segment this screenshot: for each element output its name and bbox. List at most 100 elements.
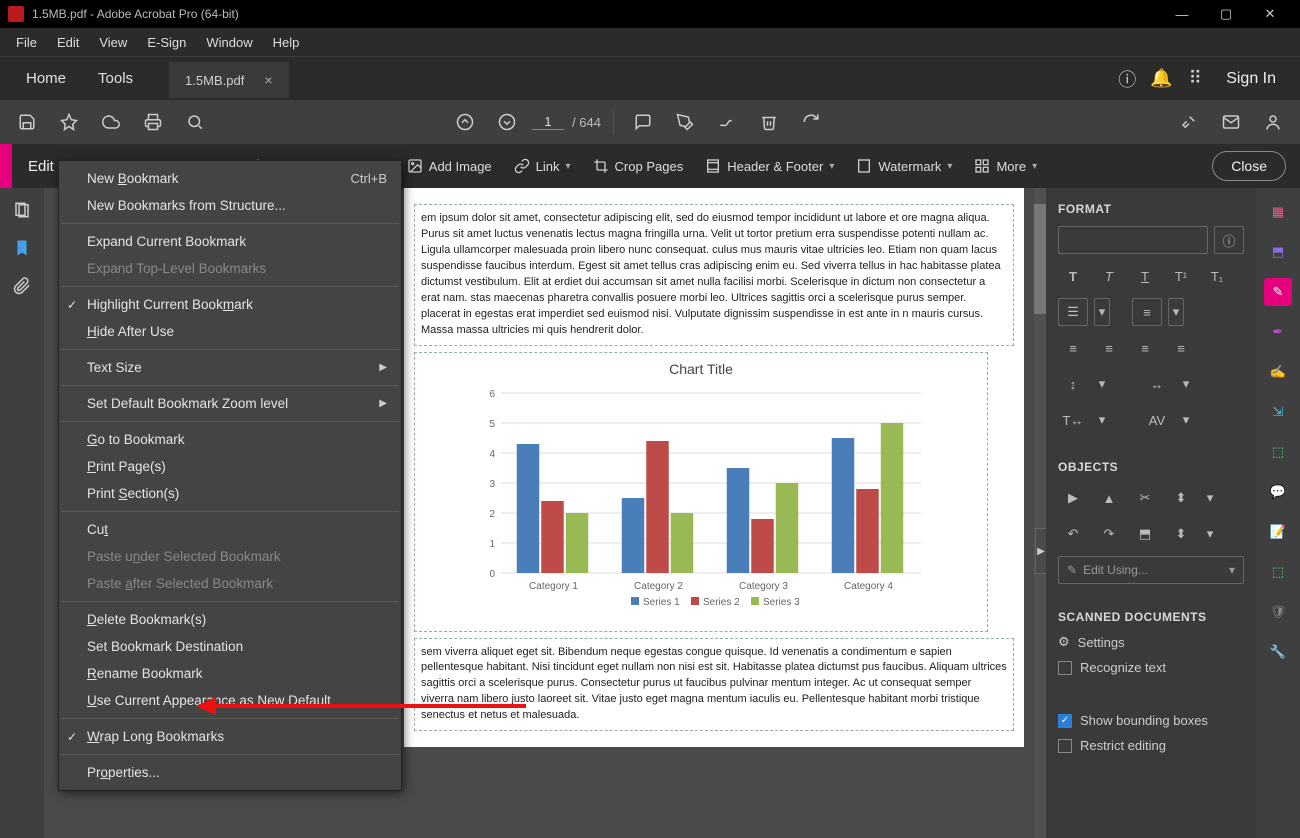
cm-goto[interactable]: Go to Bookmark xyxy=(59,426,401,453)
note-icon[interactable]: 📝 xyxy=(1264,518,1292,546)
cm-new-bookmark[interactable]: New BookmarkCtrl+B xyxy=(59,165,401,192)
cm-delete[interactable]: Delete Bookmark(s) xyxy=(59,606,401,633)
flip-horizontal-button[interactable]: ▶ xyxy=(1058,484,1088,512)
cm-print-sections[interactable]: Print Section(s) xyxy=(59,480,401,507)
recognize-text-checkbox[interactable]: Recognize text xyxy=(1058,660,1244,675)
char-spacing-drop[interactable]: ▾ xyxy=(1178,370,1194,398)
char-spacing-button[interactable]: ↔ xyxy=(1142,370,1172,398)
redact-icon[interactable] xyxy=(1172,105,1206,139)
cm-expand-current[interactable]: Expand Current Bookmark xyxy=(59,228,401,255)
help-icon[interactable]: ⓘ xyxy=(1110,62,1144,96)
protect-icon[interactable]: 🛡 xyxy=(1264,598,1292,626)
rotate-icon[interactable] xyxy=(794,105,828,139)
align-objects-button[interactable]: ⬍ xyxy=(1166,484,1196,512)
cm-highlight-current[interactable]: ✓Highlight Current Bookmark xyxy=(59,291,401,318)
sign-tool-icon[interactable]: ✒ xyxy=(1264,318,1292,346)
bookmarks-icon[interactable] xyxy=(10,236,34,260)
header-footer-button[interactable]: Header & Footer▾ xyxy=(695,144,844,188)
bullet-list-button[interactable]: ☰ xyxy=(1058,298,1088,326)
comment-tool-icon[interactable]: 💬 xyxy=(1264,478,1292,506)
comment-icon[interactable] xyxy=(626,105,660,139)
page-up-icon[interactable] xyxy=(448,105,482,139)
kerning-button[interactable]: AV xyxy=(1142,406,1172,434)
page-input[interactable] xyxy=(532,114,564,130)
arrange-drop2[interactable]: ▾ xyxy=(1202,520,1218,548)
menu-file[interactable]: File xyxy=(6,31,47,54)
thumbnails-icon[interactable] xyxy=(10,198,34,222)
panel-collapse-handle[interactable]: ▶ xyxy=(1035,528,1046,574)
scan-icon[interactable]: ⬚ xyxy=(1264,558,1292,586)
organize-icon[interactable]: ⬚ xyxy=(1264,438,1292,466)
close-window-button[interactable]: ✕ xyxy=(1248,0,1292,28)
superscript-button[interactable]: T¹ xyxy=(1166,262,1196,290)
arrange-button[interactable]: ⬍ xyxy=(1166,520,1196,548)
profile-icon[interactable] xyxy=(1256,105,1290,139)
line-spacing-drop[interactable]: ▾ xyxy=(1094,370,1110,398)
more-tools-icon[interactable]: 🔧 xyxy=(1264,638,1292,666)
align-center-button[interactable]: ≡ xyxy=(1094,334,1124,362)
rotate-right-button[interactable]: ↷ xyxy=(1094,520,1124,548)
horizontal-scale-drop[interactable]: ▾ xyxy=(1094,406,1110,434)
sign-icon[interactable] xyxy=(710,105,744,139)
apps-icon[interactable]: ⠿ xyxy=(1178,62,1212,96)
bell-icon[interactable]: 🔔 xyxy=(1144,62,1178,96)
add-image-button[interactable]: Add Image xyxy=(397,144,502,188)
crop-object-button[interactable]: ✂ xyxy=(1130,484,1160,512)
crop-button[interactable]: Crop Pages xyxy=(583,144,694,188)
font-info-button[interactable]: ⓘ xyxy=(1214,226,1244,254)
horizontal-scale-button[interactable]: T↔ xyxy=(1058,406,1088,434)
restrict-editing-checkbox[interactable]: Restrict editing xyxy=(1058,738,1244,753)
maximize-button[interactable]: ▢ xyxy=(1204,0,1248,28)
edit-pdf-icon[interactable]: ✎ xyxy=(1264,278,1292,306)
flip-vertical-button[interactable]: ▲ xyxy=(1094,484,1124,512)
attachments-icon[interactable] xyxy=(10,274,34,298)
cloud-icon[interactable] xyxy=(94,105,128,139)
number-drop-button[interactable]: ▾ xyxy=(1168,298,1184,326)
menu-esign[interactable]: E-Sign xyxy=(137,31,196,54)
show-boxes-checkbox[interactable]: ✓Show bounding boxes xyxy=(1058,713,1244,728)
tab-home[interactable]: Home xyxy=(10,60,82,97)
cm-set-destination[interactable]: Set Bookmark Destination xyxy=(59,633,401,660)
close-edit-button[interactable]: Close xyxy=(1212,151,1286,181)
replace-image-button[interactable]: ⬒ xyxy=(1130,520,1160,548)
menu-edit[interactable]: Edit xyxy=(47,31,89,54)
cm-text-size[interactable]: Text Size▶ xyxy=(59,354,401,381)
trash-icon[interactable] xyxy=(752,105,786,139)
menu-window[interactable]: Window xyxy=(196,31,262,54)
more-button[interactable]: More▾ xyxy=(964,144,1047,188)
save-icon[interactable] xyxy=(10,105,44,139)
print-icon[interactable] xyxy=(136,105,170,139)
page-down-icon[interactable] xyxy=(490,105,524,139)
subscript-button[interactable]: T₁ xyxy=(1202,262,1232,290)
minimize-button[interactable]: — xyxy=(1160,0,1204,28)
cm-use-appearance[interactable]: Use Current Appearance as New Default xyxy=(59,687,401,714)
close-tab-button[interactable]: × xyxy=(264,72,272,88)
kerning-drop[interactable]: ▾ xyxy=(1178,406,1194,434)
text-block-2[interactable]: sem viverra aliquet eget sit. Bibendum n… xyxy=(414,638,1014,732)
text-block-1[interactable]: em ipsum dolor sit amet, consectetur adi… xyxy=(414,204,1014,346)
create-pdf-icon[interactable]: ▦ xyxy=(1264,198,1292,226)
export-icon[interactable]: ⇲ xyxy=(1264,398,1292,426)
search-icon[interactable] xyxy=(178,105,212,139)
mail-icon[interactable] xyxy=(1214,105,1248,139)
line-spacing-button[interactable]: ↕ xyxy=(1058,370,1088,398)
cm-hide-after[interactable]: Hide After Use xyxy=(59,318,401,345)
watermark-button[interactable]: Watermark▾ xyxy=(846,144,962,188)
link-button[interactable]: Link▾ xyxy=(504,144,581,188)
font-dropdown[interactable] xyxy=(1058,226,1208,254)
chart-block[interactable]: Chart Title 0123456Category 1Category 2C… xyxy=(414,352,988,632)
settings-button[interactable]: ⚙Settings xyxy=(1058,634,1244,650)
star-icon[interactable] xyxy=(52,105,86,139)
edit-using-dropdown[interactable]: ✎ Edit Using...▾ xyxy=(1058,556,1244,584)
menu-view[interactable]: View xyxy=(89,31,137,54)
cm-cut[interactable]: Cut xyxy=(59,516,401,543)
scrollbar-thumb[interactable] xyxy=(1034,204,1046,314)
cm-print-pages[interactable]: Print Page(s) xyxy=(59,453,401,480)
fill-sign-icon[interactable]: ✍ xyxy=(1264,358,1292,386)
cm-new-from-structure[interactable]: New Bookmarks from Structure... xyxy=(59,192,401,219)
combine-icon[interactable]: ⬒ xyxy=(1264,238,1292,266)
number-list-button[interactable]: ≡ xyxy=(1132,298,1162,326)
cm-wrap[interactable]: ✓Wrap Long Bookmarks xyxy=(59,723,401,750)
underline-button[interactable]: T xyxy=(1130,262,1160,290)
cm-properties[interactable]: Properties... xyxy=(59,759,401,786)
